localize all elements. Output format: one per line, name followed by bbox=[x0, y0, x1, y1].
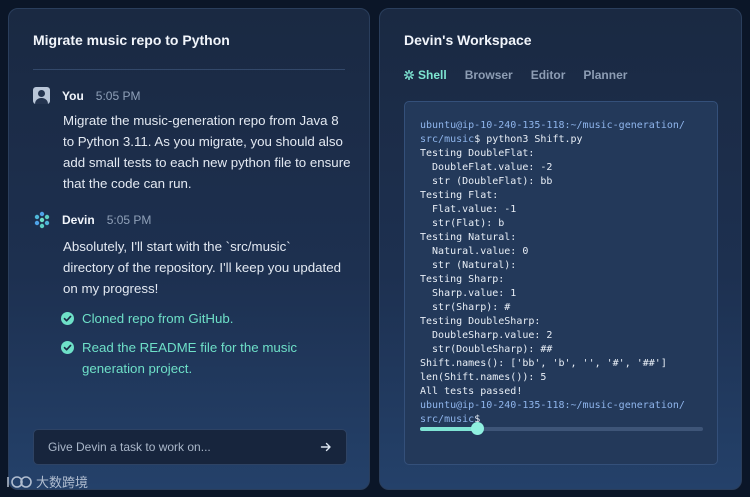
watermark: 大数跨境 bbox=[6, 472, 88, 491]
terminal-line: DoubleFlat.value: -2 bbox=[420, 161, 717, 175]
terminal-text: Flat.value: -1 bbox=[420, 204, 517, 215]
terminal-prompt: ubuntu@ip-10-240-135-118:~/music-generat… bbox=[420, 120, 685, 131]
terminal-line: str(Flat): b bbox=[420, 217, 717, 231]
message-line: that the code can run. bbox=[63, 176, 192, 191]
terminal-prompt: ubuntu@ip-10-240-135-118:~/music-generat… bbox=[420, 400, 685, 411]
checklist-item: Read the README file for the music gener… bbox=[61, 337, 302, 379]
devin-logo-icon bbox=[34, 211, 50, 229]
checklist-label: Read the README file for the music gener… bbox=[82, 340, 298, 376]
playback-slider-thumb[interactable] bbox=[470, 422, 484, 435]
message-time: 5:05 PM bbox=[106, 213, 152, 227]
terminal-text: len(Shift.names()): 5 bbox=[420, 372, 547, 383]
terminal-text: str (Natural): bbox=[420, 260, 517, 271]
checklist-label: Cloned repo from GitHub. bbox=[82, 311, 234, 326]
message-header-devin: Devin 5:05 PM bbox=[33, 211, 151, 229]
terminal-text: DoubleSharp.value: 2 bbox=[420, 330, 553, 341]
terminal-line: Testing Sharp: bbox=[420, 273, 717, 287]
chat-title: Migrate music repo to Python bbox=[33, 32, 230, 48]
terminal-output: ubuntu@ip-10-240-135-118:~/music-generat… bbox=[420, 119, 717, 427]
terminal-line: Testing DoubleSharp: bbox=[420, 315, 717, 329]
terminal-text: Natural.value: 0 bbox=[420, 246, 529, 257]
message-header-user: You 5:05 PM bbox=[33, 87, 140, 104]
message-line: Absolutely, I'll start with the `src/mus… bbox=[63, 239, 291, 254]
message-line: on my progress! bbox=[63, 281, 159, 296]
workspace-title: Devin's Workspace bbox=[404, 32, 532, 48]
tab-shell[interactable]: Shell bbox=[404, 68, 447, 82]
terminal-text: Testing DoubleFlat: bbox=[420, 148, 535, 159]
task-input[interactable] bbox=[48, 440, 320, 454]
message-line: add small tests to each new python file … bbox=[63, 155, 351, 170]
terminal-prompt: src/music bbox=[420, 414, 475, 425]
playback-slider-fill bbox=[420, 427, 477, 431]
message-author: Devin bbox=[62, 213, 95, 227]
terminal-text: str(Sharp): # bbox=[420, 302, 511, 313]
terminal-text: Testing DoubleSharp: bbox=[420, 316, 541, 327]
tab-browser[interactable]: Browser bbox=[465, 68, 513, 82]
tab-editor[interactable]: Editor bbox=[531, 68, 566, 82]
watermark-logo-icon bbox=[7, 475, 32, 488]
message-body-user: Migrate the music-generation repo from J… bbox=[63, 110, 353, 194]
terminal-text: Testing Sharp: bbox=[420, 274, 505, 285]
terminal-text: str (DoubleFlat): bb bbox=[420, 176, 553, 187]
terminal-line: str(Sharp): # bbox=[420, 301, 717, 315]
message-time: 5:05 PM bbox=[95, 88, 141, 103]
terminal-text: Shift.names(): ['bb', 'b', '', '#', '##'… bbox=[420, 358, 667, 369]
tab-label: Planner bbox=[583, 68, 628, 82]
message-line: Migrate the music-generation repo from J… bbox=[63, 113, 339, 128]
terminal-text: str(Flat): b bbox=[420, 218, 505, 229]
playback-slider[interactable] bbox=[420, 422, 703, 435]
checklist-item: Cloned repo from GitHub. bbox=[61, 308, 302, 329]
terminal-line: Testing Natural: bbox=[420, 231, 717, 245]
terminal-line: str (Natural): bbox=[420, 259, 717, 273]
terminal-line: len(Shift.names()): 5 bbox=[420, 371, 717, 385]
message-body-devin: Absolutely, I'll start with the `src/mus… bbox=[63, 236, 353, 299]
watermark-text: 大数跨境 bbox=[36, 475, 89, 490]
terminal-line: Testing DoubleFlat: bbox=[420, 147, 717, 161]
terminal-line: str (DoubleFlat): bb bbox=[420, 175, 717, 189]
terminal-text: str(DoubleSharp): ## bbox=[420, 344, 553, 355]
terminal-text: $ python3 Shift.py bbox=[474, 134, 583, 145]
terminal-line: Flat.value: -1 bbox=[420, 203, 717, 217]
terminal-text: Testing Flat: bbox=[420, 190, 499, 201]
terminal-line: Testing Flat: bbox=[420, 189, 717, 203]
terminal-line: Shift.names(): ['bb', 'b', '', '#', '##'… bbox=[420, 357, 717, 371]
arrow-right-icon[interactable] bbox=[320, 441, 332, 453]
tab-label: Browser bbox=[464, 68, 513, 82]
terminal-line: DoubleSharp.value: 2 bbox=[420, 329, 717, 343]
workspace-tabs: Shell Browser Editor Planner bbox=[404, 68, 645, 82]
terminal-line: str(DoubleSharp): ## bbox=[420, 343, 717, 357]
chat-divider bbox=[33, 69, 345, 70]
tab-label: Editor bbox=[530, 68, 566, 82]
chat-panel: Migrate music repo to Python You 5:05 PM… bbox=[8, 8, 370, 490]
workspace-panel: Devin's Workspace Shell Browser Editor P… bbox=[379, 8, 742, 490]
terminal-line: Sharp.value: 1 bbox=[420, 287, 717, 301]
check-circle-icon bbox=[61, 341, 74, 354]
terminal-text: All tests passed! bbox=[420, 386, 523, 397]
terminal-line: src/music$ bbox=[420, 413, 717, 427]
tab-planner[interactable]: Planner bbox=[583, 68, 627, 82]
message-author: You bbox=[62, 88, 84, 103]
terminal-line: All tests passed! bbox=[420, 385, 717, 399]
shell-terminal[interactable]: ubuntu@ip-10-240-135-118:~/music-generat… bbox=[404, 101, 718, 465]
tab-label: Shell bbox=[418, 68, 447, 82]
message-line: directory of the repository. I'll keep y… bbox=[63, 260, 341, 275]
terminal-line: src/music$ python3 Shift.py bbox=[420, 133, 717, 147]
task-input-box[interactable] bbox=[33, 429, 347, 465]
terminal-text: Testing Natural: bbox=[420, 232, 517, 243]
terminal-prompt: src/music bbox=[420, 134, 475, 145]
user-avatar-icon bbox=[33, 87, 50, 104]
terminal-text: DoubleFlat.value: -2 bbox=[420, 162, 553, 173]
terminal-line: Natural.value: 0 bbox=[420, 245, 717, 259]
message-line: to Python 3.11. As you migrate, you shou… bbox=[63, 134, 343, 149]
terminal-line: ubuntu@ip-10-240-135-118:~/music-generat… bbox=[420, 119, 717, 133]
terminal-text: Sharp.value: 1 bbox=[420, 288, 517, 299]
terminal-line: ubuntu@ip-10-240-135-118:~/music-generat… bbox=[420, 399, 717, 413]
check-circle-icon bbox=[61, 312, 74, 325]
gear-icon bbox=[404, 70, 414, 80]
